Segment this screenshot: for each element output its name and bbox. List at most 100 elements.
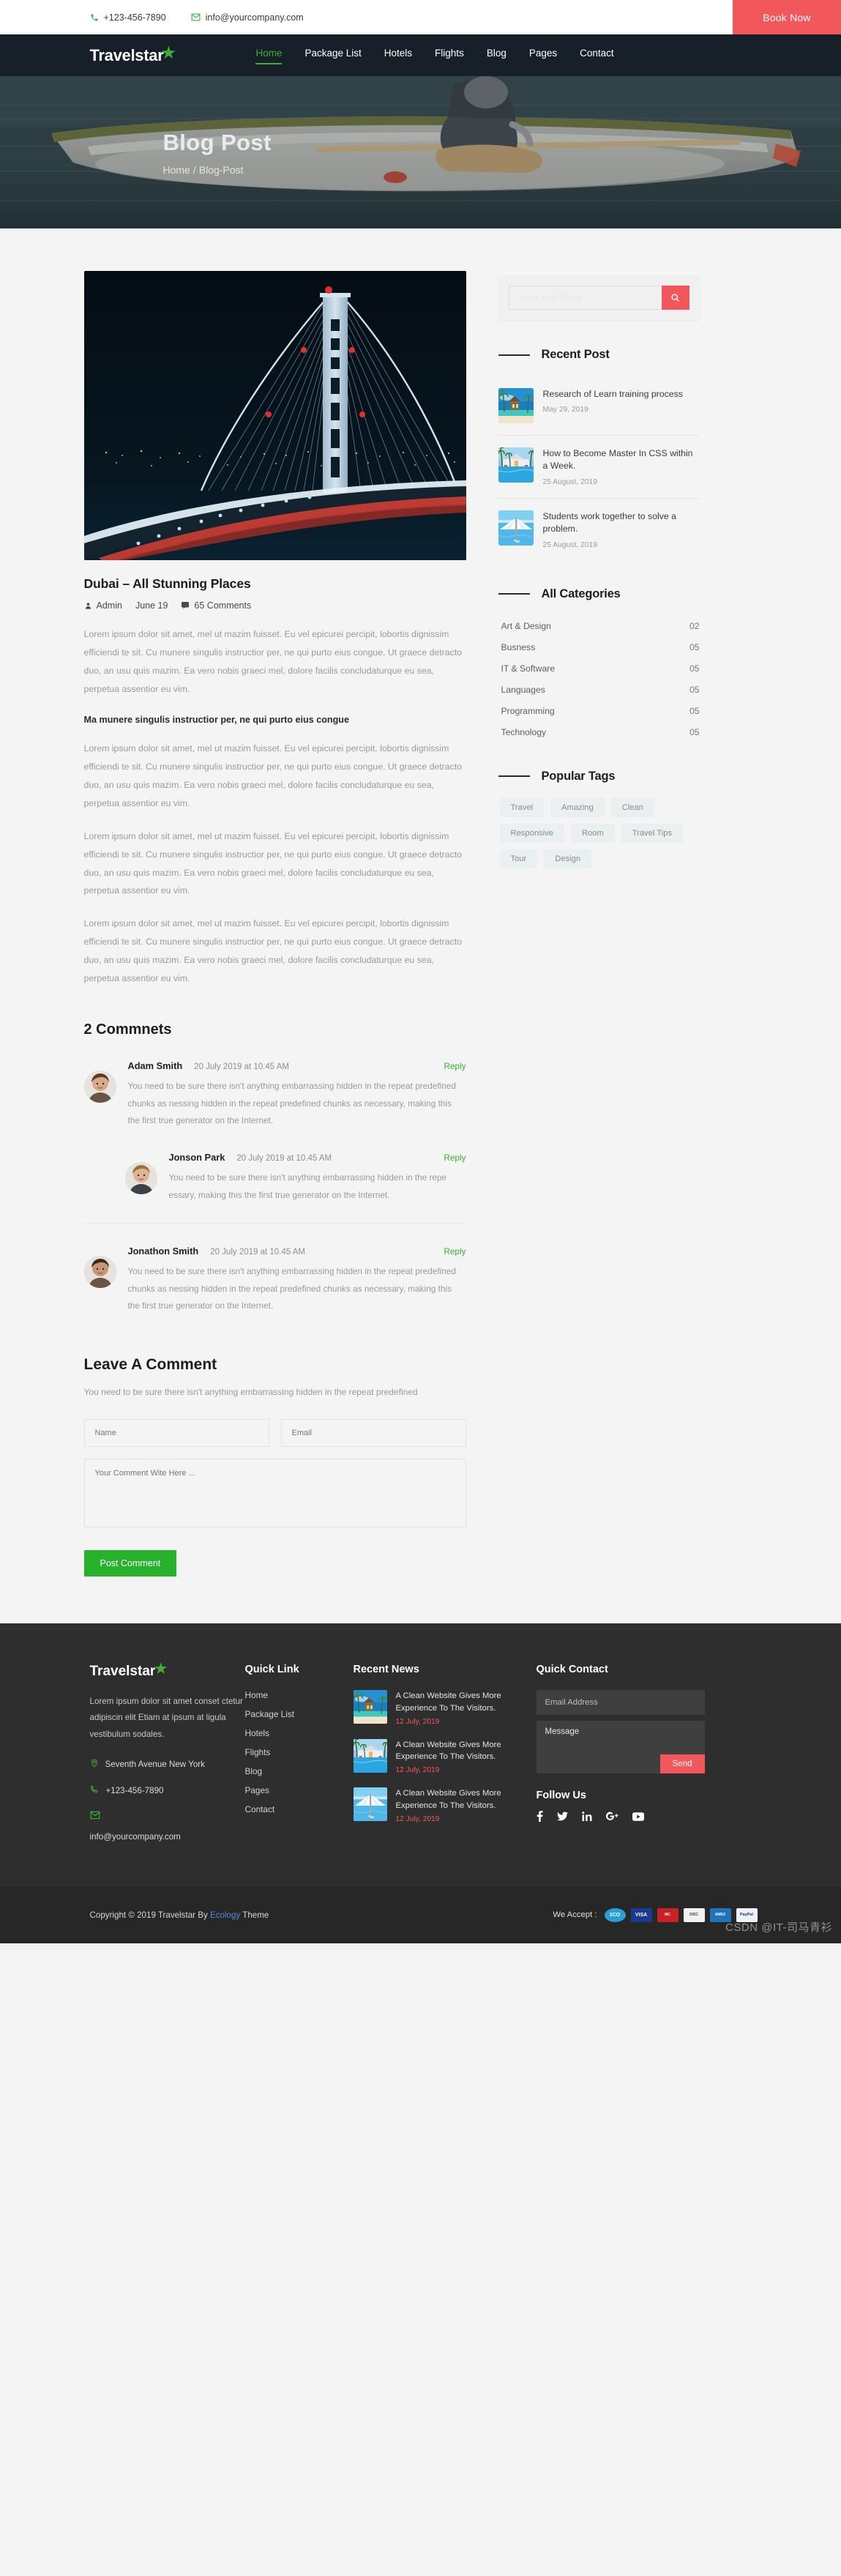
phone-icon bbox=[90, 1784, 100, 1800]
tag-item[interactable]: Tour bbox=[499, 849, 538, 868]
footer-link-contact[interactable]: Contact bbox=[245, 1804, 354, 1814]
youtube-icon[interactable] bbox=[632, 1812, 644, 1821]
post-author: Admin bbox=[84, 600, 122, 611]
post-paragraph: Lorem ipsum dolor sit amet, mel ut mazim… bbox=[83, 830, 463, 896]
recent-post-item[interactable]: How to Become Master In CSS within a Wee… bbox=[498, 435, 700, 498]
category-item[interactable]: Busness 05 bbox=[501, 637, 700, 658]
nav-item-pages[interactable]: Pages bbox=[529, 48, 557, 64]
nav-item-flights[interactable]: Flights bbox=[435, 48, 464, 64]
copyright-link[interactable]: Ecology bbox=[210, 1910, 240, 1920]
search-button[interactable] bbox=[661, 286, 689, 310]
footer-news-date: 12 July, 2019 bbox=[395, 1814, 440, 1823]
twitter-icon[interactable] bbox=[556, 1812, 568, 1821]
category-item[interactable]: IT & Software 05 bbox=[501, 658, 700, 680]
leave-comment-section: Leave A Comment You need to be sure ther… bbox=[83, 1356, 466, 1577]
topbar-email[interactable]: info@yourcompany.com bbox=[191, 12, 304, 23]
footer-phone[interactable]: +123-456-7890 bbox=[90, 1784, 245, 1800]
post-comment-count-text: 65 Comments bbox=[194, 600, 252, 611]
logo-text: Travelstar bbox=[89, 45, 164, 64]
footer-link-blog[interactable]: Blog bbox=[245, 1766, 354, 1776]
topbar-phone[interactable]: +123-456-7890 bbox=[90, 12, 166, 23]
nav-item-package-list[interactable]: Package List bbox=[304, 48, 361, 64]
category-count: 05 bbox=[689, 663, 700, 674]
comment-date: 20 July 2019 at 10.45 AM bbox=[194, 1062, 289, 1072]
comment-email-input[interactable] bbox=[280, 1419, 466, 1448]
category-label: Languages bbox=[501, 685, 545, 696]
footer-link-home[interactable]: Home bbox=[245, 1690, 354, 1700]
recent-post-item[interactable]: Students work together to solve a proble… bbox=[498, 497, 700, 561]
comment-reply-link[interactable]: Reply bbox=[444, 1246, 466, 1257]
category-item[interactable]: Technology 05 bbox=[501, 722, 700, 743]
avatar bbox=[83, 1256, 116, 1289]
search-input[interactable] bbox=[508, 286, 662, 310]
breadcrumb-current: Blog-Post bbox=[198, 163, 244, 176]
linkedin-icon[interactable] bbox=[581, 1812, 592, 1822]
post-author-name: Admin bbox=[96, 600, 122, 611]
comment-reply-link[interactable]: Reply bbox=[444, 1061, 466, 1071]
tag-item[interactable]: Clean bbox=[610, 797, 654, 817]
nav-item-blog[interactable]: Blog bbox=[487, 48, 507, 64]
comment-name-input[interactable] bbox=[83, 1419, 269, 1448]
comment-item: Adam Smith 20 July 2019 at 10.45 AM Repl… bbox=[83, 1060, 466, 1130]
comment-reply-link[interactable]: Reply bbox=[444, 1153, 466, 1163]
book-now-button[interactable]: Book Now bbox=[733, 0, 841, 34]
tag-item[interactable]: Room bbox=[570, 823, 615, 843]
footer-address-text: Seventh Avenue New York bbox=[105, 1759, 205, 1769]
site-logo[interactable]: Travelstar ★ bbox=[89, 45, 176, 65]
footer-logo[interactable]: Travelstar ★ bbox=[90, 1661, 168, 1680]
footer-email[interactable]: info@yourcompany.com bbox=[90, 1809, 245, 1845]
tag-item[interactable]: Travel bbox=[499, 797, 545, 817]
footer-news-date: 12 July, 2019 bbox=[395, 1717, 440, 1726]
comment-author: Jonathon Smith bbox=[127, 1246, 199, 1257]
footer-news-item[interactable]: A Clean Website Gives More Experience To… bbox=[353, 1690, 537, 1726]
comment-message-input[interactable] bbox=[83, 1459, 466, 1528]
footer-link-package-list[interactable]: Package List bbox=[245, 1709, 354, 1719]
article-column: Dubai – All Stunning Places Admin June 1… bbox=[83, 271, 466, 1577]
category-label: Art & Design bbox=[501, 621, 551, 632]
star-icon: ★ bbox=[154, 1661, 168, 1678]
tag-item[interactable]: Amazing bbox=[550, 797, 605, 817]
card-visa-icon: VISA bbox=[630, 1907, 652, 1922]
title-rule bbox=[498, 775, 530, 778]
footer-quicklink-column: Quick Link Home Package List Hotels Flights… bbox=[245, 1664, 354, 1854]
footer-news-item[interactable]: A Clean Website Gives More Experience To… bbox=[353, 1787, 537, 1823]
footer-link-flights[interactable]: Flights bbox=[245, 1747, 354, 1757]
recent-post-item[interactable]: Research of Learn training process May 2… bbox=[498, 376, 700, 435]
footer-email-input[interactable] bbox=[536, 1690, 705, 1716]
category-count: 05 bbox=[689, 642, 700, 653]
nav-item-home[interactable]: Home bbox=[255, 48, 283, 64]
breadcrumb-home[interactable]: Home bbox=[163, 164, 190, 176]
we-accept-label: We Accept : bbox=[553, 1910, 597, 1920]
category-item[interactable]: Art & Design 02 bbox=[501, 616, 700, 637]
recent-post-title-text: How to Become Master In CSS within a Wee… bbox=[542, 448, 693, 472]
tag-item[interactable]: Travel Tips bbox=[621, 823, 684, 843]
leave-comment-heading: Leave A Comment bbox=[83, 1356, 217, 1373]
tag-item[interactable]: Design bbox=[544, 849, 592, 868]
category-label: Technology bbox=[501, 727, 547, 738]
send-button[interactable]: Send bbox=[659, 1754, 705, 1774]
nav-item-hotels[interactable]: Hotels bbox=[384, 48, 412, 64]
facebook-icon[interactable] bbox=[537, 1811, 543, 1823]
footer-description: Lorem ipsum dolor sit amet conset ctetur… bbox=[89, 1697, 243, 1739]
comment-icon bbox=[182, 602, 190, 609]
nav-item-contact[interactable]: Contact bbox=[580, 48, 614, 64]
site-footer: Travelstar ★ Lorem ipsum dolor sit amet … bbox=[0, 1623, 841, 1887]
page-hero: Blog Post Home / Blog-Post bbox=[0, 76, 841, 228]
category-item[interactable]: Programming 05 bbox=[501, 701, 700, 722]
google-plus-icon[interactable] bbox=[605, 1812, 618, 1821]
category-label: Programming bbox=[501, 706, 555, 717]
tag-item[interactable]: Responsive bbox=[499, 823, 564, 843]
post-paragraph: Lorem ipsum dolor sit amet, mel ut mazim… bbox=[83, 918, 463, 984]
footer-news-item[interactable]: A Clean Website Gives More Experience To… bbox=[353, 1738, 537, 1774]
copyright-post: Theme bbox=[240, 1910, 269, 1920]
footer-link-hotels[interactable]: Hotels bbox=[245, 1728, 354, 1738]
copyright-pre: Copyright © 2019 Travelstar By bbox=[89, 1910, 210, 1920]
main-navigation: Travelstar ★ Home Package List Hotels Fligh… bbox=[0, 34, 841, 76]
top-bar: +123-456-7890 info@yourcompany.com Book … bbox=[0, 0, 841, 34]
post-comment-button[interactable]: Post Comment bbox=[83, 1550, 177, 1577]
footer-quickcontact-column: Quick Contact Message Send Follow Us bbox=[536, 1664, 705, 1854]
footer-email-text: info@yourcompany.com bbox=[89, 1831, 181, 1842]
footer-link-pages[interactable]: Pages bbox=[245, 1785, 354, 1795]
category-item[interactable]: Languages 05 bbox=[501, 680, 700, 701]
post-featured-image bbox=[83, 271, 466, 560]
